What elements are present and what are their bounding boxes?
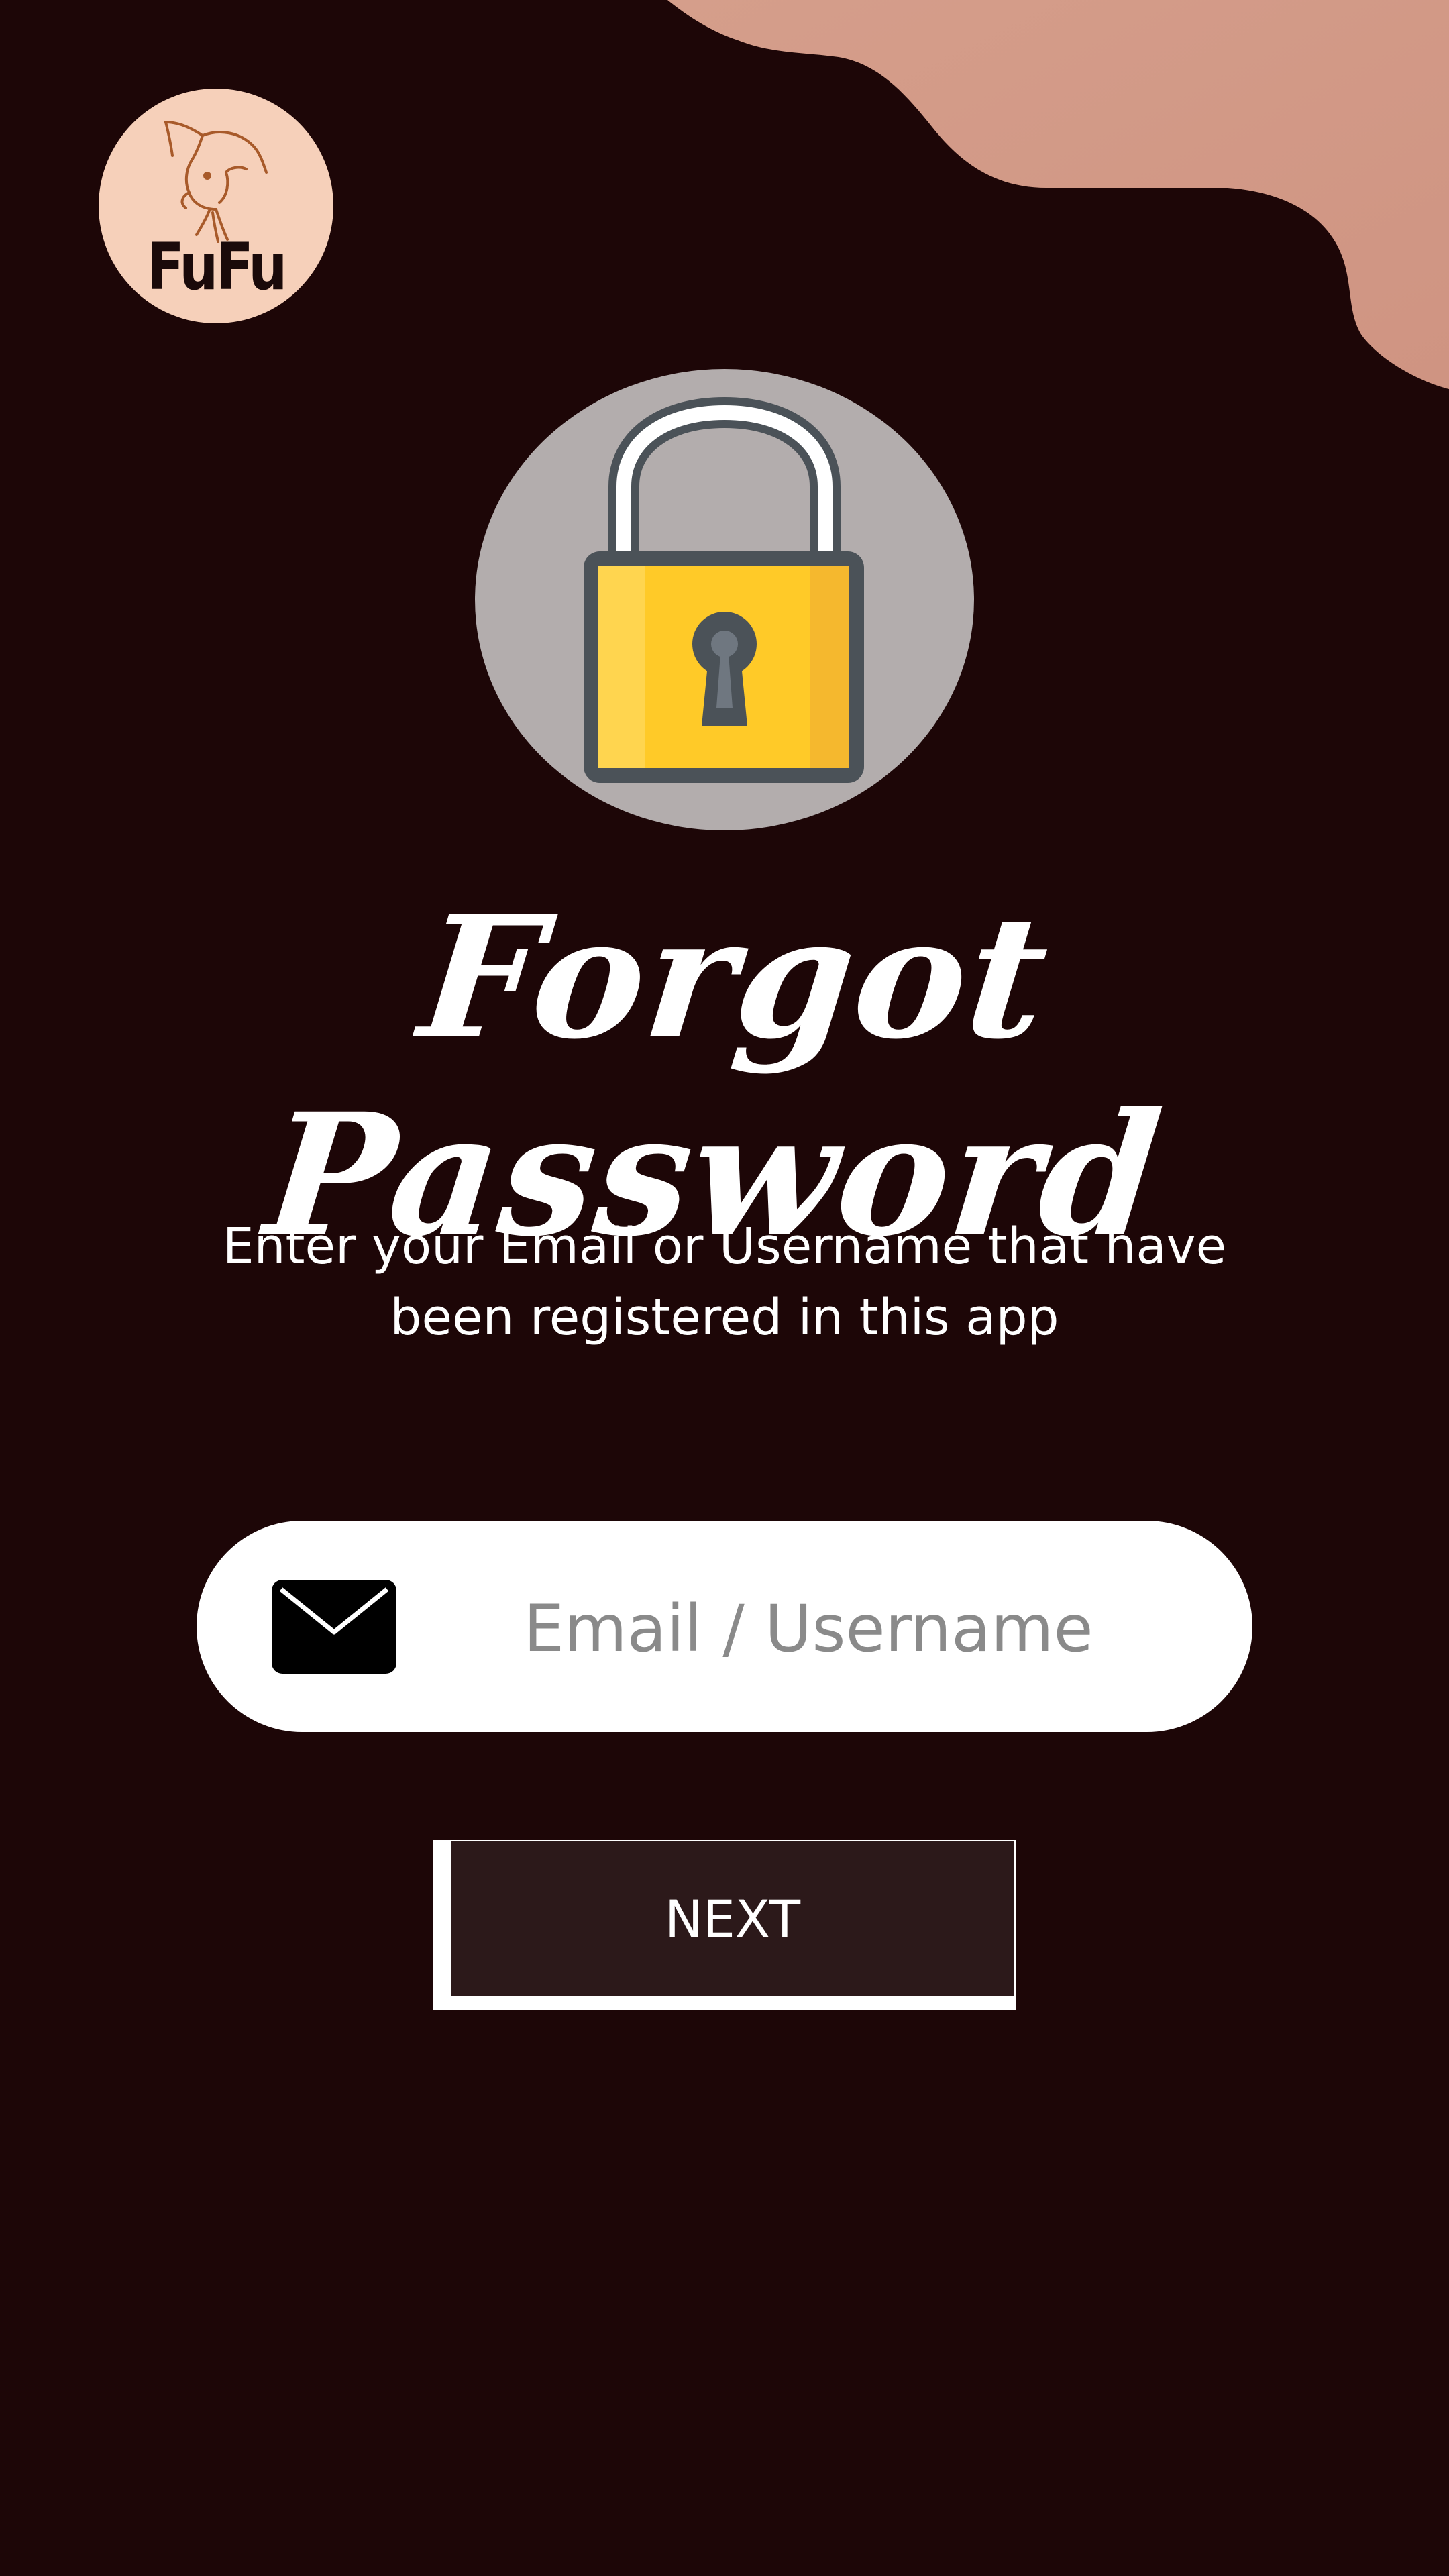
padlock-illustration: [475, 369, 974, 830]
padlock-icon: [584, 396, 864, 783]
next-button[interactable]: NEXT: [433, 1840, 1016, 2010]
email-username-input[interactable]: [438, 1561, 1179, 1697]
cat-logo-icon: [164, 121, 268, 243]
next-button-label: NEXT: [451, 1841, 1014, 1996]
email-username-field[interactable]: [197, 1521, 1252, 1732]
app-logo: FuFu: [99, 89, 333, 323]
page-subtitle: Enter your Email or Username that have b…: [222, 1218, 1227, 1346]
logo-text: FuFu: [147, 229, 287, 305]
envelope-icon: [272, 1580, 396, 1674]
